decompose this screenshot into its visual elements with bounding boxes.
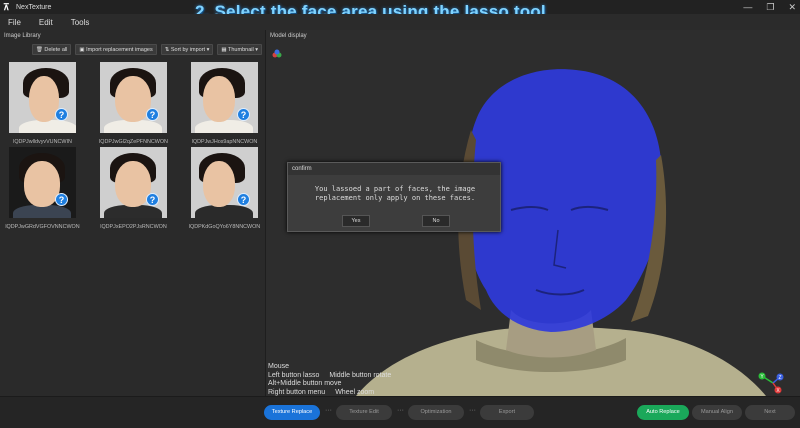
trash-icon: 🗑 <box>35 47 43 53</box>
menu-tools[interactable]: Tools <box>71 18 90 27</box>
question-badge-icon[interactable]: ? <box>55 193 68 206</box>
app-name: NexTexture <box>16 3 52 11</box>
next-button[interactable]: Next <box>745 405 795 420</box>
chevron-down-icon: ▾ <box>206 47 210 53</box>
image-library-title: Image Library <box>4 33 41 39</box>
thumbnail-filename: lQDPJwJHos9apNNCWON <box>191 139 258 145</box>
thumbnail-filename: lQDPJxEPO2PJsRNCWON <box>100 224 167 230</box>
mouse-help: Mouse Left button lasso Middle button rot… <box>268 363 392 396</box>
question-badge-icon[interactable]: ? <box>55 108 68 121</box>
thumbnail-filename: lQDPKdGoQYo6Y8NNCWON <box>188 224 261 230</box>
orientation-axes-icon: Y Z X <box>758 372 784 394</box>
thumbnail-item[interactable]: ? lQDPJwlldvyvVUNCWIN <box>2 62 83 145</box>
workflow-bar: Texture Replace ··· Texture Edit ··· Opt… <box>0 396 800 428</box>
face-photo: ? <box>191 147 258 218</box>
view-mode-dropdown[interactable]: ▦ Thumbnail ▾ <box>217 44 262 55</box>
library-toolbar: 🗑 Delete all ▣ Import replacement images… <box>0 44 266 58</box>
face-photo: ? <box>191 62 258 133</box>
menu-edit[interactable]: Edit <box>39 18 53 27</box>
question-badge-icon[interactable]: ? <box>146 193 159 206</box>
yes-button[interactable]: Yes <box>342 215 370 227</box>
confirm-dialog: confirm You lassoed a part of faces, the… <box>287 162 501 232</box>
export-button[interactable]: Export <box>480 405 534 420</box>
step-separator: ··· <box>397 407 404 414</box>
thumbnail-filename: lQDPJwlldvyvVUNCWIN <box>13 139 72 145</box>
title-bar: ⊼ NexTexture 2. Select the face area usi… <box>0 0 800 21</box>
step-separator: ··· <box>325 407 332 414</box>
face-photo: ? <box>9 147 76 218</box>
thumbnail-filename: lQDPJwGl2qZePFNNCWON <box>99 139 168 145</box>
dialog-message: You lassoed a part of faces, the image r… <box>314 185 476 202</box>
face-photo: ? <box>100 62 167 133</box>
grid-icon: ▦ <box>221 47 227 53</box>
model-view-icon[interactable] <box>272 49 282 59</box>
model-display-title: Model display <box>270 33 307 39</box>
question-badge-icon[interactable]: ? <box>237 193 250 206</box>
face-photo: ? <box>100 147 167 218</box>
thumbnail-filename: lQDPJwGRdVGFOVNNCWON <box>5 224 80 230</box>
z-axis-label: Z <box>778 375 781 381</box>
question-badge-icon[interactable]: ? <box>146 108 159 121</box>
chevron-down-icon: ▾ <box>255 47 258 53</box>
image-icon: ▣ <box>79 47 85 53</box>
minimize-button[interactable]: — <box>743 2 752 12</box>
help-title: Mouse <box>268 363 290 370</box>
maximize-button[interactable]: ❐ <box>766 2 774 13</box>
delete-all-button[interactable]: 🗑 Delete all <box>31 44 72 55</box>
step-separator: ··· <box>469 407 476 414</box>
image-library-panel: Image Library 🗑 Delete all ▣ Import repl… <box>0 30 266 396</box>
thumbnail-item[interactable]: ? lQDPJwGRdVGFOVNNCWON <box>2 147 83 230</box>
menu-file[interactable]: File <box>8 18 21 27</box>
close-button[interactable]: ✕ <box>788 2 796 13</box>
window-controls: — ❐ ✕ <box>743 0 796 14</box>
no-button[interactable]: No <box>422 215 450 227</box>
thumbnail-item[interactable]: ? lQDPJxEPO2PJsRNCWON <box>93 147 174 230</box>
menu-bar: File Edit Tools <box>0 14 800 30</box>
dialog-title: confirm <box>288 163 500 175</box>
thumbnail-item[interactable]: ? lQDPJwJHos9apNNCWON <box>184 62 265 145</box>
texture-replace-button[interactable]: Texture Replace <box>264 405 320 420</box>
sort-icon: ⇅ <box>164 47 170 53</box>
texture-edit-button[interactable]: Texture Edit <box>336 405 392 420</box>
auto-replace-button[interactable]: Auto Replace <box>637 405 689 420</box>
face-photo: ? <box>9 62 76 133</box>
question-badge-icon[interactable]: ? <box>237 108 250 121</box>
app-logo-icon: ⊼ <box>3 2 10 12</box>
thumbnail-item[interactable]: ? lQDPJwGl2qZePFNNCWON <box>93 62 174 145</box>
thumbnail-grid: ? lQDPJwlldvyvVUNCWIN ? lQDPJwGl2qZePFNN… <box>2 62 264 230</box>
manual-align-button[interactable]: Manual Align <box>692 405 742 420</box>
sort-dropdown[interactable]: ⇅ Sort by import ▾ <box>160 44 214 55</box>
import-images-button[interactable]: ▣ Import replacement images <box>75 44 157 55</box>
thumbnail-item[interactable]: ? lQDPKdGoQYo6Y8NNCWON <box>184 147 265 230</box>
optimization-button[interactable]: Optimization <box>408 405 464 420</box>
